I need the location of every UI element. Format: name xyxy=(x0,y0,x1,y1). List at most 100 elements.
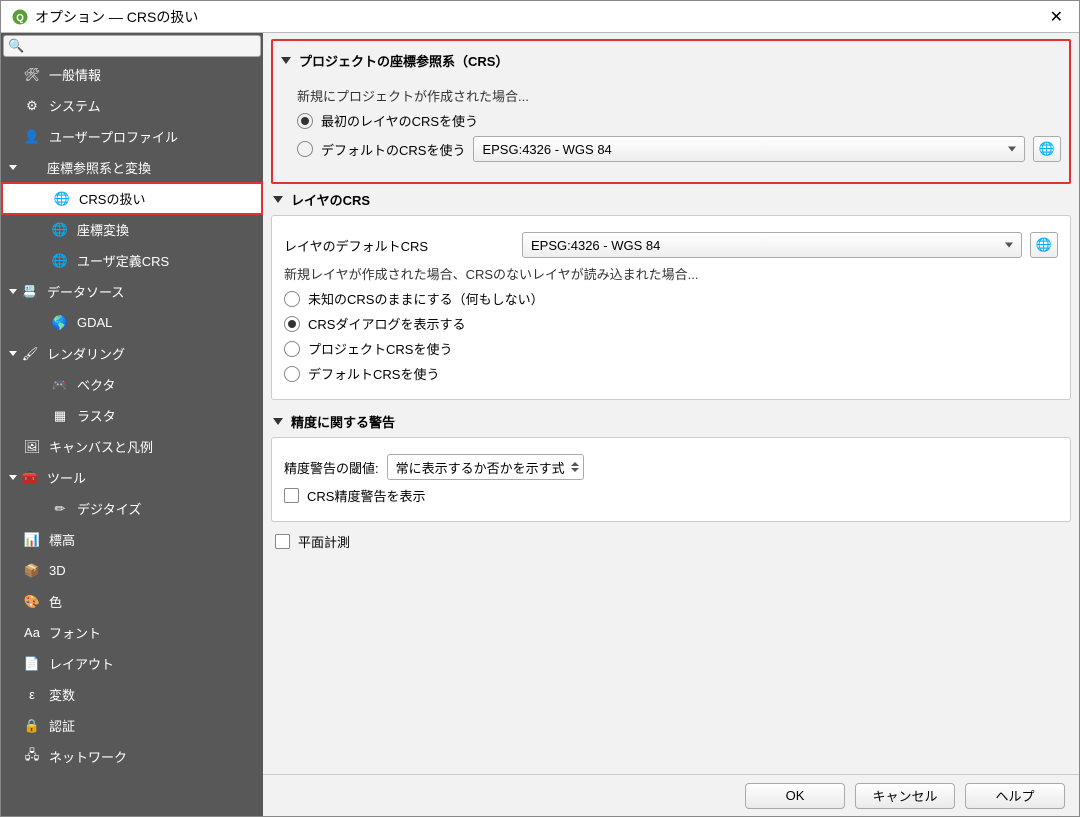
sidebar-item[interactable]: 🌐 ユーザ定義CRS xyxy=(1,245,263,276)
spin-down-icon[interactable] xyxy=(571,468,579,472)
section-header-layer-crs[interactable]: レイヤのCRS xyxy=(271,184,1071,215)
sidebar-item[interactable]: 🖼キャンバスと凡例 xyxy=(1,431,263,462)
button-bar: OK キャンセル ヘルプ xyxy=(263,774,1079,816)
sidebar-item-label: 色 xyxy=(49,592,62,611)
sidebar-item[interactable]: 🌎 GDAL xyxy=(1,307,263,338)
sidebar-item-icon: 🖼 xyxy=(23,438,41,456)
project-default-crs-combo[interactable]: EPSG:4326 - WGS 84 xyxy=(473,136,1025,162)
sidebar-item-icon: 📄 xyxy=(23,655,41,673)
sidebar-item-label: フォント xyxy=(49,623,101,642)
sidebar-item-icon: 👤 xyxy=(23,128,41,146)
sidebar-item[interactable]: 🌐 CRSの扱い xyxy=(1,182,263,215)
tree-toggle-icon[interactable] xyxy=(7,162,19,174)
radio-label: デフォルトCRSを使う xyxy=(308,364,439,383)
sidebar-item-icon: 🌐 xyxy=(51,221,69,239)
sidebar-item-icon: 🧰 xyxy=(21,469,39,487)
sidebar-item[interactable]: 🛠一般情報 xyxy=(1,59,263,90)
sidebar-item-label: 一般情報 xyxy=(49,65,101,84)
accuracy-threshold-spinbox[interactable]: 常に表示するか否かを示す式 xyxy=(387,454,584,480)
sidebar-item[interactable]: ⚙システム xyxy=(1,90,263,121)
radio-unknown-crs[interactable] xyxy=(284,291,300,307)
project-crs-hint: 新規にプロジェクトが作成された場合... xyxy=(297,86,1061,105)
search-icon: 🔍 xyxy=(8,38,24,54)
sidebar-item-label: 標高 xyxy=(49,530,75,549)
sidebar-item[interactable]: 座標参照系と変換 xyxy=(1,152,263,183)
sidebar-item[interactable]: 🔒認証 xyxy=(1,710,263,741)
combo-value: EPSG:4326 - WGS 84 xyxy=(482,142,611,157)
sidebar-item-label: CRSの扱い xyxy=(79,189,145,208)
radio-use-default-crs[interactable] xyxy=(284,366,300,382)
sidebar-item-icon: 🌐 xyxy=(51,252,69,270)
radio-use-project-crs[interactable] xyxy=(284,341,300,357)
sidebar-item-icon: ✏ xyxy=(51,500,69,518)
sidebar-item-icon: 🎨 xyxy=(23,593,41,611)
options-tree[interactable]: 🛠一般情報⚙システム 👤 ユーザープロファイル座標参照系と変換 🌐 CRSの扱い 🌐座標変… xyxy=(1,59,263,816)
sidebar-item[interactable]: Aa フォント xyxy=(1,617,263,648)
radio-default-crs[interactable] xyxy=(297,141,313,157)
sidebar-item[interactable]: 📇データソース xyxy=(1,276,263,307)
ok-button[interactable]: OK xyxy=(745,783,845,809)
section-header-accuracy[interactable]: 精度に関する警告 xyxy=(271,406,1071,437)
sidebar-item-label: 3D xyxy=(49,563,66,578)
sidebar-item-icon: Aa xyxy=(23,624,41,642)
tree-toggle-icon[interactable] xyxy=(7,348,19,360)
sidebar-item-icon: 📊 xyxy=(23,531,41,549)
sidebar-item[interactable]: 🖧ネットワーク xyxy=(1,741,263,772)
sidebar-item[interactable]: 🎮 ベクタ xyxy=(1,369,263,400)
close-icon[interactable]: ✕ xyxy=(1044,5,1069,29)
sidebar-item-icon: ⚙ xyxy=(23,97,41,115)
checkbox-show-accuracy-warning[interactable] xyxy=(284,488,299,503)
sidebar-item-label: ユーザープロファイル xyxy=(49,127,178,146)
app-logo-icon: Q xyxy=(11,8,29,26)
checkbox-label: CRS精度警告を表示 xyxy=(307,486,425,505)
spinbox-value: 常に表示するか否かを示す式 xyxy=(396,458,565,477)
sidebar-item[interactable]: ✏デジタイズ xyxy=(1,493,263,524)
sidebar-item[interactable]: 🌐座標変換 xyxy=(1,214,263,245)
sidebar-item[interactable]: ▦ラスタ xyxy=(1,400,263,431)
sidebar-item-label: ラスタ xyxy=(77,406,116,425)
crs-picker-button[interactable]: 🌐 xyxy=(1033,136,1061,162)
sidebar-item[interactable]: 🎨色 xyxy=(1,586,263,617)
sidebar-item[interactable]: 📦3D xyxy=(1,555,263,586)
section-title: 精度に関する警告 xyxy=(291,412,395,431)
help-button[interactable]: ヘルプ xyxy=(965,783,1065,809)
tree-toggle-icon[interactable] xyxy=(7,286,19,298)
sidebar-item-icon: 🔒 xyxy=(23,717,41,735)
sidebar-item-label: ユーザ定義CRS xyxy=(77,251,169,270)
crs-picker-button[interactable]: 🌐 xyxy=(1030,232,1058,258)
section-header-project-crs[interactable]: プロジェクトの座標参照系（CRS） xyxy=(279,45,1063,76)
sidebar-item[interactable]: 🖌レンダリング xyxy=(1,338,263,369)
search-input[interactable] xyxy=(28,39,256,54)
layer-default-crs-combo[interactable]: EPSG:4326 - WGS 84 xyxy=(522,232,1022,258)
chevron-down-icon xyxy=(281,57,291,64)
checkbox-planimetric[interactable] xyxy=(275,534,290,549)
sidebar-item-icon: 🌐 xyxy=(53,190,71,208)
cancel-button[interactable]: キャンセル xyxy=(855,783,955,809)
titlebar: Q オプション — CRSの扱い ✕ xyxy=(1,1,1079,33)
sidebar-item-icon: 🎮 xyxy=(51,376,69,394)
checkbox-label: 平面計測 xyxy=(298,532,350,551)
radio-label: プロジェクトCRSを使う xyxy=(308,339,452,358)
radio-first-layer-crs[interactable] xyxy=(297,113,313,129)
sidebar-item[interactable]: 🧰 ツール xyxy=(1,462,263,493)
sidebar-item-label: ベクタ xyxy=(77,375,115,394)
chevron-down-icon xyxy=(273,418,283,425)
radio-show-dialog[interactable] xyxy=(284,316,300,332)
sidebar-item[interactable]: 👤 ユーザープロファイル xyxy=(1,121,263,152)
spin-up-icon[interactable] xyxy=(571,462,579,466)
sidebar-item[interactable]: 📄レイアウト xyxy=(1,648,263,679)
tree-toggle-icon[interactable] xyxy=(7,472,19,484)
sidebar-item-label: 変数 xyxy=(49,685,75,704)
search-box[interactable]: 🔍 xyxy=(3,35,261,57)
accuracy-threshold-label: 精度警告の閾値: xyxy=(284,458,379,477)
section-title: プロジェクトの座標参照系（CRS） xyxy=(299,51,508,70)
sidebar-item-label: GDAL xyxy=(77,315,112,330)
sidebar-item-icon: 🌎 xyxy=(51,314,69,332)
sidebar-item[interactable]: ε 変数 xyxy=(1,679,263,710)
svg-text:Q: Q xyxy=(16,12,24,23)
sidebar-item-icon: ε xyxy=(23,686,41,704)
layer-default-crs-label: レイヤのデフォルトCRS xyxy=(284,236,514,255)
window-title: オプション — CRSの扱い xyxy=(35,7,1044,27)
sidebar-item-label: ツール xyxy=(47,468,86,487)
sidebar-item[interactable]: 📊 標高 xyxy=(1,524,263,555)
